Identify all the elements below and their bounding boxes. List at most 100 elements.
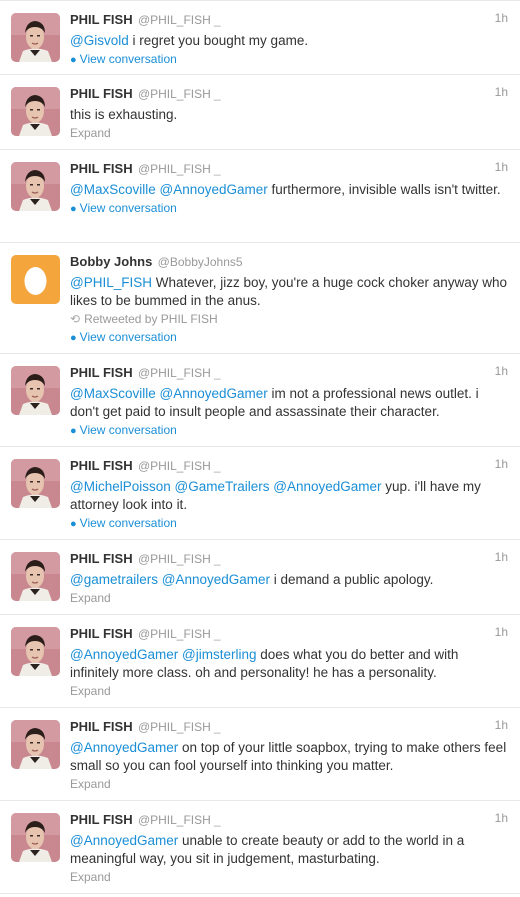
conversation-bubble-icon: ● [70,332,77,344]
author-name[interactable]: PHIL FISH [70,86,133,101]
tweet-text: @AnnoyedGamer on top of your little soap… [70,739,508,775]
author-handle[interactable]: @PHIL_FISH [135,552,211,566]
author-name[interactable]: PHIL FISH [70,458,133,473]
tweet-text-fragment: this is exhausting. [70,107,178,122]
mention-link[interactable]: @jimsterling [182,647,256,662]
author-handle[interactable]: @PHIL_FISH [135,366,211,380]
author-name[interactable]: PHIL FISH [70,812,133,827]
tweet-item[interactable]: Bobby Johns @BobbyJohns5 @PHIL_FISH Whate… [0,243,520,354]
tweet-timestamp[interactable]: 1h [495,550,508,564]
mention-link[interactable]: @AnnoyedGamer [70,647,178,662]
author-name[interactable]: PHIL FISH [70,626,133,641]
action-label: View conversation [79,423,177,437]
tweet-timestamp[interactable]: 1h [495,718,508,732]
tweet-text: @MaxScoville @AnnoyedGamer furthermore, … [70,181,508,199]
expand-link[interactable]: Expand [70,125,508,142]
author-name[interactable]: PHIL FISH [70,161,133,176]
tweet-header: PHIL FISH @PHIL_FISH _ [70,85,508,103]
tweet-text: @MaxScoville @AnnoyedGamer im not a prof… [70,385,508,421]
action-label: Expand [70,591,111,605]
tweet-timestamp[interactable]: 1h [495,160,508,174]
mention-link[interactable]: @AnnoyedGamer [160,182,268,197]
mention-link[interactable]: @AnnoyedGamer [160,386,268,401]
view-conversation-link[interactable]: ● View conversation [70,200,508,218]
tweet-item[interactable]: PHIL FISH @PHIL_FISH _ 1h this is exhaustin… [0,75,520,150]
tweet-item[interactable]: PHIL FISH @PHIL_FISH _ 1h @AnnoyedGamer una… [0,801,520,894]
tweet-text: @AnnoyedGamer unable to create beauty or… [70,832,508,868]
tweet-header: PHIL FISH @PHIL_FISH _ [70,457,508,475]
tweet-timestamp[interactable]: 1h [495,364,508,378]
view-conversation-link[interactable]: ● View conversation [70,515,508,533]
action-label: Expand [70,684,111,698]
action-label: View conversation [79,52,177,66]
tweet-item[interactable]: PHIL FISH @PHIL_FISH _ 1h @AnnoyedGamer @ji… [0,615,520,708]
expand-link[interactable]: Expand [70,683,508,700]
tweet-header: PHIL FISH @PHIL_FISH _ [70,160,508,178]
tweet-item[interactable]: PHIL FISH @PHIL_FISH _ 1h @MaxScoville @Ann… [0,150,520,243]
tweet-timestamp[interactable]: 1h [495,85,508,99]
tweet-text: @MichelPoisson @GameTrailers @AnnoyedGam… [70,478,508,514]
avatar[interactable] [11,87,60,136]
tweet-timestamp[interactable]: 1h [495,457,508,471]
avatar[interactable] [11,13,60,62]
avatar[interactable] [11,720,60,769]
author-handle[interactable]: @PHIL_FISH [135,720,211,734]
mention-link[interactable]: @AnnoyedGamer [162,572,270,587]
tweet-header: PHIL FISH @PHIL_FISH _ [70,718,508,736]
tweet-item[interactable]: PHIL FISH @PHIL_FISH _ 1h @MichelPoisson @G… [0,447,520,540]
mention-link[interactable]: @MaxScoville [70,386,156,401]
conversation-bubble-icon: ● [70,54,77,66]
expand-link[interactable]: Expand [70,590,508,607]
author-handle[interactable]: @PHIL_FISH [135,459,211,473]
author-name[interactable]: PHIL FISH [70,12,133,27]
avatar[interactable] [11,813,60,862]
mention-link[interactable]: @AnnoyedGamer [70,833,178,848]
tweet-text: @Gisvold i regret you bought my game. [70,32,508,50]
author-handle[interactable]: @PHIL_FISH [135,162,211,176]
view-conversation-link[interactable]: ● View conversation [70,422,508,440]
default-egg-avatar[interactable] [11,255,60,304]
conversation-bubble-icon: ● [70,518,77,530]
mention-link[interactable]: @gametrailers [70,572,158,587]
author-name[interactable]: PHIL FISH [70,719,133,734]
mention-link[interactable]: @MaxScoville [70,182,156,197]
avatar[interactable] [11,552,60,601]
action-label: Expand [70,126,111,140]
avatar[interactable] [11,366,60,415]
author-name[interactable]: PHIL FISH [70,365,133,380]
tweet-item[interactable]: PHIL FISH @PHIL_FISH _ 1h @Gisvold i regret… [0,0,520,75]
author-handle[interactable]: @BobbyJohns5 [154,255,243,269]
mention-link[interactable]: @AnnoyedGamer [70,740,178,755]
mention-link[interactable]: @PHIL_FISH [70,275,152,290]
action-label: Expand [70,777,111,791]
tweet-timestamp[interactable]: 1h [495,11,508,25]
tweet-text: @AnnoyedGamer @jimsterling does what you… [70,646,508,682]
expand-link[interactable]: Expand [70,776,508,793]
retweeted-by[interactable]: ⟲ Retweeted by PHIL FISH [70,311,508,328]
tweet-timestamp[interactable]: 1h [495,625,508,639]
author-handle[interactable]: @PHIL_FISH [135,13,211,27]
tweet-header: PHIL FISH @PHIL_FISH _ [70,11,508,29]
author-handle[interactable]: @PHIL_FISH [135,813,211,827]
handle-badge: _ [213,459,221,473]
action-label: View conversation [79,201,177,215]
author-handle[interactable]: @PHIL_FISH [135,627,211,641]
mention-link[interactable]: @GameTrailers [175,479,270,494]
author-name[interactable]: Bobby Johns [70,254,152,269]
mention-link[interactable]: @Gisvold [70,33,129,48]
tweet-item[interactable]: PHIL FISH @PHIL_FISH _ 1h @AnnoyedGamer on … [0,708,520,801]
tweet-timestamp[interactable]: 1h [495,811,508,825]
view-conversation-link[interactable]: ● View conversation [70,51,508,69]
expand-link[interactable]: Expand [70,869,508,886]
avatar[interactable] [11,459,60,508]
author-handle[interactable]: @PHIL_FISH [135,87,211,101]
tweet-item[interactable]: PHIL FISH @PHIL_FISH _ 1h @MaxScoville @Ann… [0,354,520,447]
tweet-item[interactable]: PHIL FISH @PHIL_FISH _ 1h @gametrailers @An… [0,540,520,615]
avatar[interactable] [11,627,60,676]
view-conversation-link[interactable]: ● View conversation [70,329,508,347]
mention-link[interactable]: @AnnoyedGamer [273,479,381,494]
tweet-text: this is exhausting. [70,106,508,124]
author-name[interactable]: PHIL FISH [70,551,133,566]
avatar[interactable] [11,162,60,211]
mention-link[interactable]: @MichelPoisson [70,479,171,494]
